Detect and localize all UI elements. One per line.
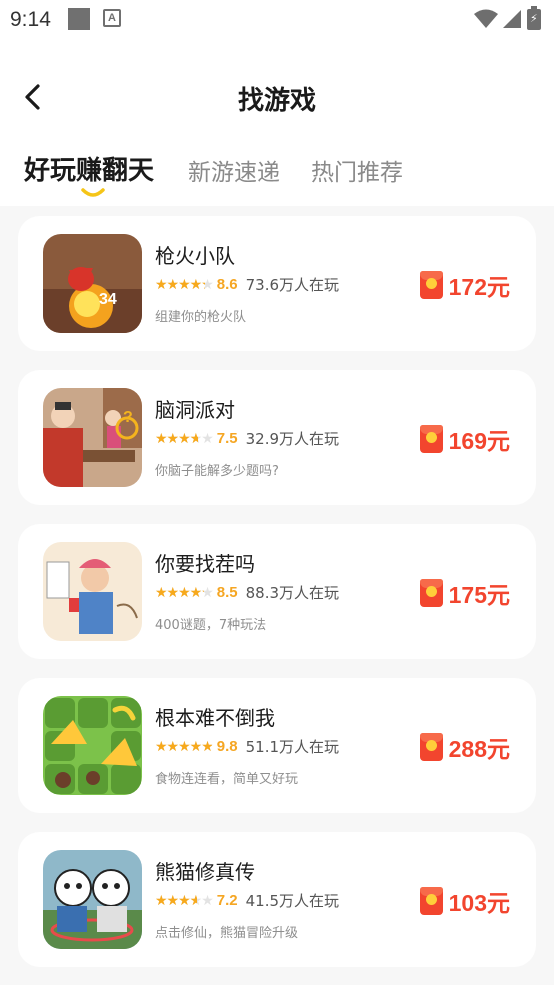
game-name: 根本难不倒我 (155, 706, 275, 730)
game-name: 脑洞派对 (155, 398, 235, 422)
red-envelope-icon (419, 733, 443, 761)
signal-icon (503, 10, 521, 28)
game-meta: ★★★★★★★★★★8.6 73.6万人在玩 (155, 274, 339, 296)
tab-fun-earn[interactable]: 好玩赚翻天 (24, 150, 154, 187)
game-icon (43, 696, 142, 795)
tab-indicator (81, 188, 105, 197)
game-description: 食物连连看，简单又好玩 (155, 772, 299, 787)
players-count: 41.5万人在玩 (245, 892, 340, 910)
svg-text:?: ? (123, 409, 133, 426)
game-name: 熊猫修真传 (155, 860, 255, 884)
reward-amount: 169元 (448, 428, 510, 454)
header: 找游戏 好玩赚翻天 新游速递 热门推荐 (0, 40, 554, 206)
reward-amount: 288元 (448, 736, 510, 762)
reward: 172元 (419, 268, 510, 300)
rating-score: 7.5 (216, 430, 238, 447)
reward: 103元 (419, 884, 510, 916)
tab-new-games[interactable]: 新游速递 (188, 153, 280, 187)
rating-stars: ★★★★★★★★★★ (155, 430, 214, 447)
players-count: 88.3万人在玩 (245, 584, 340, 602)
red-envelope-icon (419, 579, 443, 607)
red-envelope-icon (419, 425, 443, 453)
players-count: 32.9万人在玩 (245, 430, 340, 448)
game-icon: 34 (43, 234, 142, 333)
rating-stars: ★★★★★★★★★★ (155, 584, 214, 601)
square-icon (68, 8, 90, 30)
game-card[interactable]: 熊猫修真传 ★★★★★★★★★★7.241.5万人在玩 点击修仙，熊猫冒险升级 … (18, 832, 536, 967)
rating-score: 8.6 (216, 276, 238, 293)
red-envelope-icon (419, 271, 443, 299)
reward-amount: 172元 (448, 274, 510, 300)
game-meta: ★★★★★★★★★★7.5 32.9万人在玩 (155, 428, 339, 450)
game-card[interactable]: ? 脑洞派对 ★★★★★★★★★★7.532.9万人在玩 你脑子能解多少题吗? … (18, 370, 536, 505)
game-meta: ★★★★★ ★★★★★ 9.8 51.1万人在玩 (155, 736, 339, 758)
reward: 288元 (419, 730, 510, 762)
reward-amount: 175元 (448, 582, 510, 608)
reward-amount: 103元 (448, 890, 510, 916)
reward: 175元 (419, 576, 510, 608)
rating-score: 9.8 (216, 738, 238, 755)
rating-score: 8.5 (216, 584, 238, 601)
game-icon: ? (43, 388, 142, 487)
status-bar: 9:14 A ⚡ (0, 0, 554, 40)
game-meta: ★★★★★★★★★★8.5 88.3万人在玩 (155, 582, 339, 604)
players-count: 51.1万人在玩 (245, 738, 340, 756)
game-card[interactable]: 34 枪火小队 ★★★★★★★★★★8.6 73.6万人在玩 组建你的枪火队 17… (18, 216, 536, 351)
game-description: 点击修仙，熊猫冒险升级 (155, 926, 299, 941)
game-meta: ★★★★★★★★★★7.2 41.5万人在玩 (155, 890, 339, 912)
svg-text:34: 34 (99, 291, 117, 308)
a-icon: A (103, 9, 121, 27)
rating-stars: ★★★★★★★★★★ (155, 738, 214, 755)
tab-hot-recommend[interactable]: 热门推荐 (311, 153, 403, 187)
battery-charging-icon: ⚡ (527, 6, 541, 30)
reward: 169元 (419, 422, 510, 454)
game-name: 枪火小队 (155, 244, 235, 268)
players-count: 73.6万人在玩 (245, 276, 340, 294)
rating-stars: ★★★★★★★★★★ (155, 892, 214, 909)
game-icon (43, 542, 142, 641)
game-card[interactable]: 你要找茬吗 ★★★★★★★★★★8.5 88.3万人在玩 400谜题，7种玩法 1… (18, 524, 536, 659)
game-description: 组建你的枪火队 (155, 310, 247, 325)
game-description: 你脑子能解多少题吗? (155, 464, 279, 479)
game-description: 400谜题，7种玩法 (155, 618, 267, 633)
game-icon (43, 850, 142, 949)
wifi-icon (474, 9, 498, 28)
rating-stars: ★★★★★★★★★★ (155, 276, 214, 293)
page-title: 找游戏 (237, 86, 316, 116)
game-name: 你要找茬吗 (155, 552, 255, 576)
status-time: 9:14 (10, 8, 51, 31)
rating-score: 7.2 (216, 892, 238, 909)
red-envelope-icon (419, 887, 443, 915)
game-card[interactable]: 根本难不倒我 ★★★★★ ★★★★★ 9.8 51.1万人在玩 食物连连看，简单又好玩… (18, 678, 536, 813)
